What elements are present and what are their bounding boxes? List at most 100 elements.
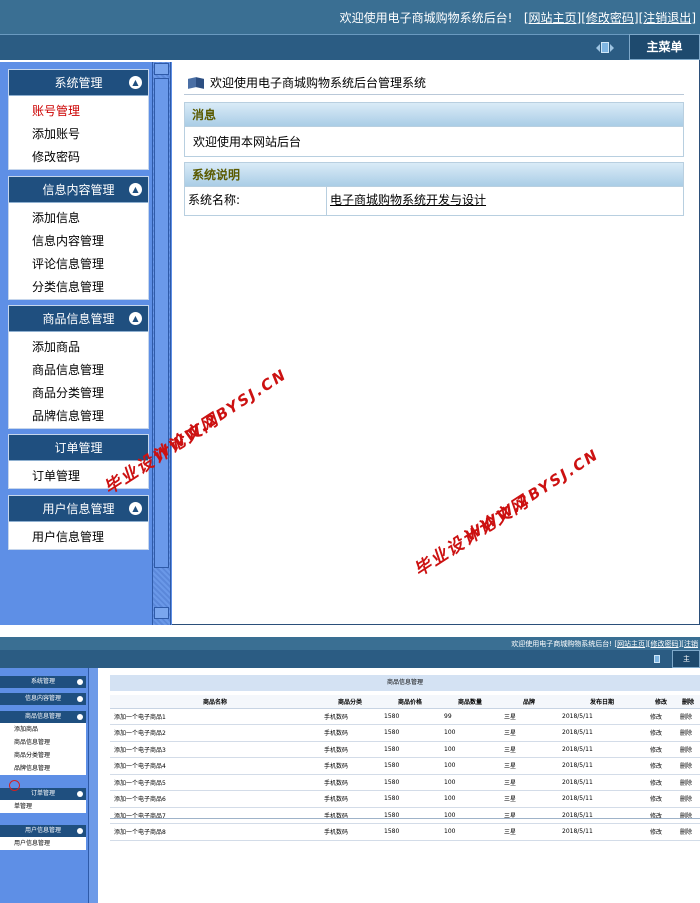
delete-link[interactable]: 删除 — [676, 807, 700, 824]
sidebar-item-add-account[interactable]: 添加账号 — [9, 123, 148, 146]
menu-head-content-small[interactable]: 信息内容管理 — [0, 693, 86, 705]
collapse-chevron-icon[interactable]: ▲ — [129, 312, 142, 325]
edit-link[interactable]: 修改 — [646, 790, 676, 808]
edit-link[interactable]: 修改 — [646, 741, 676, 758]
title-divider — [184, 94, 684, 95]
home-link-small[interactable]: 网站主页 — [617, 640, 645, 648]
home-link[interactable]: 网站主页 — [529, 11, 577, 25]
sidebar-item-goods-manage[interactable]: 商品信息管理 — [9, 359, 148, 382]
delete-link[interactable]: 删除 — [676, 757, 700, 775]
collapse-chevron-icon[interactable] — [77, 791, 83, 797]
scroll-thumb[interactable] — [154, 78, 169, 568]
delete-link[interactable]: 删除 — [676, 823, 700, 841]
sidebar-item-add-info[interactable]: 添加信息 — [9, 207, 148, 230]
delete-link[interactable]: 删除 — [676, 774, 700, 791]
sidebar-item-add-goods-small[interactable]: 添加商品 — [0, 723, 86, 736]
welcome-text-small: 欢迎使用电子商城购物系统后台! — [511, 640, 613, 648]
menu-group-users-small: 用户信息管理 用户信息管理 — [0, 825, 86, 850]
edit-link[interactable]: 修改 — [646, 708, 676, 725]
sidebar-scrollbar-small[interactable] — [88, 668, 98, 903]
sidebar-item-brand-small[interactable]: 品牌信息管理 — [0, 762, 86, 775]
admin-screenshot-home: 欢迎使用电子商城购物系统后台! [网站主页][修改密码][注销退出] 主菜单 系… — [0, 0, 700, 625]
sidebar-item-info-manage[interactable]: 信息内容管理 — [9, 230, 148, 253]
top-header: 欢迎使用电子商城购物系统后台! [网站主页][修改密码][注销退出] — [0, 0, 700, 34]
cell-date: 2018/5/11 — [558, 790, 646, 808]
cell-category: 手机数码 — [320, 823, 380, 841]
collapse-chevron-icon[interactable]: ▲ — [129, 76, 142, 89]
cell-category: 手机数码 — [320, 774, 380, 791]
collapse-chevron-icon[interactable] — [77, 679, 83, 685]
menu-head-users-small[interactable]: 用户信息管理 — [0, 825, 86, 837]
sidebar-item-comment-manage[interactable]: 评论信息管理 — [9, 253, 148, 276]
menu-head-orders[interactable]: 订单管理 — [9, 435, 148, 461]
menu-group-content: 信息内容管理 ▲ 添加信息 信息内容管理 评论信息管理 分类信息管理 — [8, 176, 149, 300]
collapse-chevron-icon[interactable] — [77, 828, 83, 834]
delete-link[interactable]: 删除 — [676, 724, 700, 742]
book-icon — [188, 76, 205, 89]
cell-price: 1580 — [380, 823, 440, 841]
cell-price: 1580 — [380, 807, 440, 824]
change-password-link[interactable]: 修改密码 — [586, 11, 634, 25]
table-row: 添加一个电子商品6 手机数码 1580 100 三星 2018/5/11 修改 删除 — [110, 790, 700, 808]
menu-head-label: 系统管理 — [54, 76, 103, 90]
scroll-up-button[interactable] — [154, 63, 169, 75]
tab-main-menu[interactable]: 主菜单 — [629, 34, 700, 60]
sidebar-item-account-manage[interactable]: 账号管理 — [9, 100, 148, 123]
welcome-bar: 欢迎使用电子商城购物系统后台! [网站主页][修改密码][注销退出] — [339, 11, 696, 25]
collapse-chevron-icon[interactable] — [77, 696, 83, 702]
sidebar-item-goods-category[interactable]: 商品分类管理 — [9, 382, 148, 405]
cell-date: 2018/5/11 — [558, 741, 646, 758]
change-password-link-small[interactable]: 修改密码 — [651, 640, 679, 648]
message-panel: 消息 欢迎使用本网站后台 — [184, 102, 684, 157]
sidebar-item-goods-category-small[interactable]: 商品分类管理 — [0, 749, 86, 762]
delete-link[interactable]: 删除 — [676, 708, 700, 725]
sidebar-item-category-manage[interactable]: 分类信息管理 — [9, 276, 148, 299]
cell-date: 2018/5/11 — [558, 708, 646, 725]
logout-link-small[interactable]: 注销 — [684, 640, 698, 648]
delete-link[interactable]: 删除 — [676, 741, 700, 758]
message-panel-title: 消息 — [185, 103, 683, 127]
system-name-link[interactable]: 电子商城购物系统开发与设计 — [327, 187, 486, 215]
cell-quantity: 100 — [440, 790, 500, 808]
edit-link[interactable]: 修改 — [646, 823, 676, 841]
sidebar-item-user-manage-small[interactable]: 用户信息管理 — [0, 837, 86, 850]
menu-group-goods: 商品信息管理 ▲ 添加商品 商品信息管理 商品分类管理 品牌信息管理 — [8, 305, 149, 429]
menu-group-system: 系统管理 ▲ 账号管理 添加账号 修改密码 — [8, 69, 149, 170]
sidebar-item-change-password[interactable]: 修改密码 — [9, 146, 148, 169]
edit-link[interactable]: 修改 — [646, 724, 676, 742]
edit-link[interactable]: 修改 — [646, 774, 676, 791]
cell-brand: 三星 — [500, 823, 558, 841]
edit-link[interactable]: 修改 — [646, 757, 676, 775]
sidebar-item-order-manage-small[interactable]: 单管理 — [0, 800, 86, 813]
welcome-text: 欢迎使用电子商城购物系统后台! — [339, 11, 513, 25]
delete-link[interactable]: 删除 — [676, 790, 700, 808]
table-row: 添加一个电子商品1 手机数码 1580 99 三星 2018/5/11 修改 删除 — [110, 708, 700, 725]
menu-head-goods-small[interactable]: 商品信息管理 — [0, 711, 86, 723]
menu-head-system[interactable]: 系统管理 ▲ — [9, 70, 148, 96]
sidebar-item-goods-manage-small[interactable]: 商品信息管理 — [0, 736, 86, 749]
logout-link[interactable]: 注销退出 — [643, 11, 691, 25]
sidebar-item-add-goods[interactable]: 添加商品 — [9, 336, 148, 359]
toggle-sidebar-icon[interactable] — [651, 655, 663, 663]
collapse-chevron-icon[interactable]: ▲ — [129, 183, 142, 196]
edit-link[interactable]: 修改 — [646, 807, 676, 824]
menu-head-system-small[interactable]: 系统管理 — [0, 676, 86, 688]
sidebar-item-brand-manage[interactable]: 品牌信息管理 — [9, 405, 148, 428]
collapse-chevron-icon[interactable]: ▲ — [129, 502, 142, 515]
tab-main-menu-small[interactable]: 主 — [672, 650, 700, 668]
table-caption: 商品信息管理 — [110, 675, 700, 691]
cell-goods-name: 添加一个电子商品2 — [110, 724, 320, 742]
cell-goods-name: 添加一个电子商品6 — [110, 790, 320, 808]
menu-head-users[interactable]: 用户信息管理 ▲ — [9, 496, 148, 522]
toggle-sidebar-icon[interactable] — [596, 42, 614, 53]
cell-quantity: 99 — [440, 708, 500, 725]
table-row: 添加一个电子商品3 手机数码 1580 100 三星 2018/5/11 修改 删除 — [110, 741, 700, 758]
menu-head-content[interactable]: 信息内容管理 ▲ — [9, 177, 148, 203]
sidebar-item-user-manage[interactable]: 用户信息管理 — [9, 526, 148, 549]
cell-date: 2018/5/11 — [558, 774, 646, 791]
collapse-chevron-icon[interactable] — [77, 714, 83, 720]
menu-head-goods[interactable]: 商品信息管理 ▲ — [9, 306, 148, 332]
col-goods-name: 商品名称 — [110, 695, 320, 709]
sidebar-scrollbar[interactable] — [152, 62, 171, 625]
scroll-down-button[interactable] — [154, 607, 169, 619]
